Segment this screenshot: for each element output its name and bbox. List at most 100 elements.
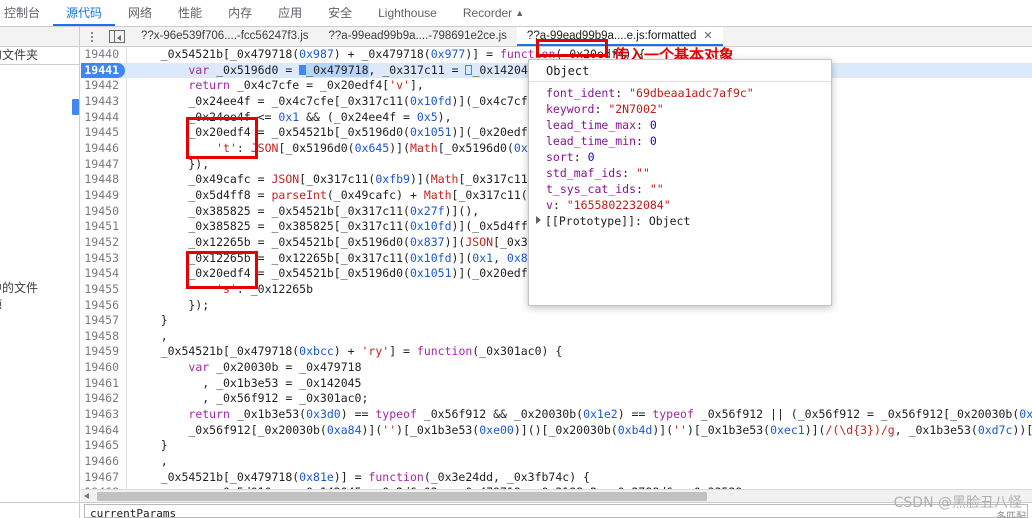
popup-prototype-row[interactable]: [[Prototype]]: Object	[536, 213, 831, 229]
line-number[interactable]: 19462	[81, 391, 119, 407]
line-number[interactable]: 19465	[81, 438, 119, 454]
line-number[interactable]: 19451	[81, 219, 119, 235]
code-text: }	[133, 313, 168, 328]
popup-property-row[interactable]: font_ident: "69dbeaa1adc7af9c"	[546, 85, 831, 101]
horizontal-scrollbar[interactable]	[81, 489, 1032, 502]
tab-memory[interactable]: 内存	[215, 0, 265, 26]
code-text: ,	[133, 328, 168, 343]
line-number[interactable]: 19440	[81, 47, 119, 63]
line-number[interactable]: 19450	[81, 204, 119, 220]
tab-sources[interactable]: 源代码	[53, 0, 116, 26]
tab-network[interactable]: 网络	[115, 0, 165, 26]
code-line[interactable]: 19460 var _0x20030b = _0x479718	[81, 360, 1032, 376]
tab-performance[interactable]: 性能	[165, 0, 215, 26]
code-text: 't': JSON[_0x5196d0(0x645)](Math[_0x5196…	[216, 140, 555, 155]
popup-property-row[interactable]: lead_time_min: 0	[546, 133, 831, 149]
devtools-panel-tabs: 控制台 源代码 网络 性能 内存 应用 安全 Lighthouse Record…	[0, 0, 1032, 27]
devtools-window: 控制台 源代码 网络 性能 内存 应用 安全 Lighthouse Record…	[0, 0, 1032, 518]
property-key: keyword	[546, 102, 595, 116]
more-options-icon[interactable]	[84, 27, 100, 46]
line-number[interactable]: 19459	[81, 344, 119, 360]
code-line[interactable]: 19457 }	[81, 313, 1032, 329]
property-separator: :	[636, 182, 650, 196]
line-number[interactable]: 19467	[81, 470, 119, 486]
object-preview-popup[interactable]: Object font_ident: "69dbeaa1adc7af9c" key…	[528, 59, 832, 306]
scroll-left-icon[interactable]	[84, 493, 89, 499]
property-separator: :	[622, 166, 637, 180]
property-value: 0	[649, 134, 657, 148]
popup-property-row[interactable]: lead_time_max: 0	[546, 117, 831, 133]
tab-recorder[interactable]: Recorder ▲	[450, 0, 537, 26]
line-number[interactable]: 19453	[81, 251, 119, 267]
tab-application[interactable]: 应用	[265, 0, 315, 26]
file-tab-strip: ??x-96e539f706....-fcc56247f3.js ??a-99e…	[81, 27, 1032, 46]
line-number[interactable]: 19454	[81, 266, 119, 282]
line-number[interactable]: 19442	[81, 78, 119, 94]
sidebar-item-snippets[interactable]: 源	[0, 297, 79, 314]
sidebar-item-content-scripts[interactable]: 中的文件	[0, 280, 79, 297]
tab-security[interactable]: 安全	[315, 0, 365, 26]
sidebar-item-folders[interactable]: 的文件夹	[0, 47, 79, 65]
line-number[interactable]: 19444	[81, 110, 119, 126]
line-number[interactable]: 19443	[81, 94, 119, 110]
popup-property-row[interactable]: std_maf_ids: ""	[546, 165, 831, 181]
line-number[interactable]: 19456	[81, 298, 119, 314]
line-number[interactable]: 19448	[81, 172, 119, 188]
popup-property-row[interactable]: keyword: "2N7002"	[546, 101, 831, 117]
toggle-navigator-icon[interactable]	[109, 30, 125, 43]
property-value: "1655802232084"	[566, 198, 671, 212]
line-number[interactable]: 19455	[81, 282, 119, 298]
horizontal-scroll-thumb[interactable]	[97, 492, 707, 501]
file-tab-2[interactable]: ??a-99ead99b9a....-798691e2ce.js	[319, 27, 517, 46]
tab-console[interactable]: 控制台	[0, 0, 53, 26]
code-line[interactable]: 19461 , _0x1b3e53 = _0x142045	[81, 376, 1032, 392]
file-tab-1[interactable]: ??x-96e539f706....-fcc56247f3.js	[131, 27, 319, 46]
code-text: _0x54521b[_0x479718(0xbcc) + 'ry'] = fun…	[133, 344, 563, 359]
line-number[interactable]: 19463	[81, 407, 119, 423]
code-text: var _0x20030b = _0x479718	[188, 360, 362, 375]
line-number[interactable]: 19445	[81, 125, 119, 141]
line-number[interactable]: 19457	[81, 313, 119, 329]
line-number[interactable]: 19460	[81, 360, 119, 376]
code-line[interactable]: 19466 ,	[81, 454, 1032, 470]
tab-lighthouse[interactable]: Lighthouse	[365, 0, 450, 26]
line-number[interactable]: 19441	[81, 62, 125, 79]
property-value: ""	[649, 182, 664, 196]
property-separator: :	[636, 134, 650, 148]
code-text: });	[133, 297, 210, 312]
popup-property-row[interactable]: sort: 0	[546, 149, 831, 165]
line-number[interactable]: 19461	[81, 376, 119, 392]
code-text: _0x20edf4 = _0x54521b[_0x5196d0(0x1051)]…	[133, 125, 556, 140]
line-number[interactable]: 19452	[81, 235, 119, 251]
popup-property-list: font_ident: "69dbeaa1adc7af9c" keyword: "…	[529, 82, 831, 229]
line-number[interactable]: 19449	[81, 188, 119, 204]
popup-property-row[interactable]: v: "1655802232084"	[546, 197, 831, 213]
line-number[interactable]: 19464	[81, 423, 119, 439]
code-line[interactable]: 19465 }	[81, 438, 1032, 454]
chevron-right-icon[interactable]	[536, 216, 541, 224]
code-text: return _0x1b3e53(0x3d0) == typeof _0x56f…	[188, 407, 1032, 422]
bottom-drawer: currentParams	[0, 502, 1032, 518]
code-text: , _0x1b3e53 = _0x142045	[133, 375, 362, 390]
popup-property-row[interactable]: t_sys_cat_ids: ""	[546, 181, 831, 197]
code-text: }	[133, 438, 168, 453]
line-number[interactable]: 19446	[81, 141, 119, 157]
line-number[interactable]: 19466	[81, 454, 119, 470]
code-line[interactable]: 19458 ,	[81, 329, 1032, 345]
line-number[interactable]: 19447	[81, 157, 119, 173]
code-line[interactable]: 19467 _0x54521b[_0x479718(0x81e)] = func…	[81, 470, 1032, 486]
line-number[interactable]: 19458	[81, 329, 119, 345]
code-line[interactable]: 19459 _0x54521b[_0x479718(0xbcc) + 'ry']…	[81, 344, 1032, 360]
code-line[interactable]: 19463 return _0x1b3e53(0x3d0) == typeof …	[81, 407, 1032, 423]
sidebar-scroll-thumb[interactable]	[72, 99, 79, 115]
property-value: ""	[636, 166, 650, 180]
property-separator: :	[594, 102, 609, 116]
code-line[interactable]: 19464 _0x56f912[_0x20030b(0xa84)]('')[_0…	[81, 423, 1032, 439]
property-key: lead_time_min	[546, 134, 637, 148]
code-line[interactable]: 19462 , _0x56f912 = _0x301ac0;	[81, 391, 1032, 407]
close-icon[interactable]: ✕	[703, 30, 712, 42]
code-text: }),	[133, 156, 210, 171]
property-value: 0	[649, 118, 657, 132]
property-key: font_ident	[546, 86, 616, 100]
watch-expression-input[interactable]: currentParams	[84, 504, 1028, 518]
